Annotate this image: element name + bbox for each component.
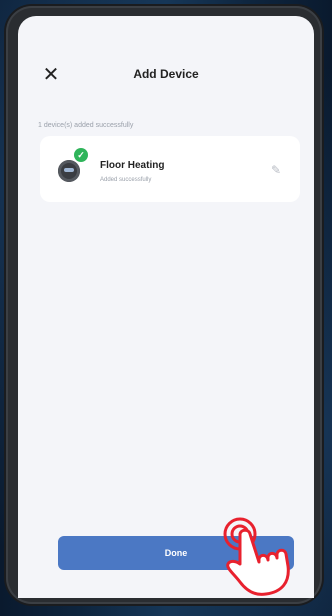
tap-hand-icon xyxy=(223,517,290,596)
device-card[interactable]: ✓ Floor Heating Added successfully ✎ xyxy=(40,136,300,202)
pencil-icon[interactable]: ✎ xyxy=(268,162,284,178)
success-caption: 1 device(s) added successfully xyxy=(38,122,134,129)
page-title: Add Device xyxy=(133,67,199,81)
device-name: Floor Heating xyxy=(100,160,165,171)
thermostat-icon xyxy=(58,160,80,182)
header: ✕ Add Device xyxy=(18,46,314,106)
check-icon: ✓ xyxy=(74,148,88,162)
device-status: Added successfully xyxy=(100,177,152,183)
status-bar xyxy=(18,16,314,46)
